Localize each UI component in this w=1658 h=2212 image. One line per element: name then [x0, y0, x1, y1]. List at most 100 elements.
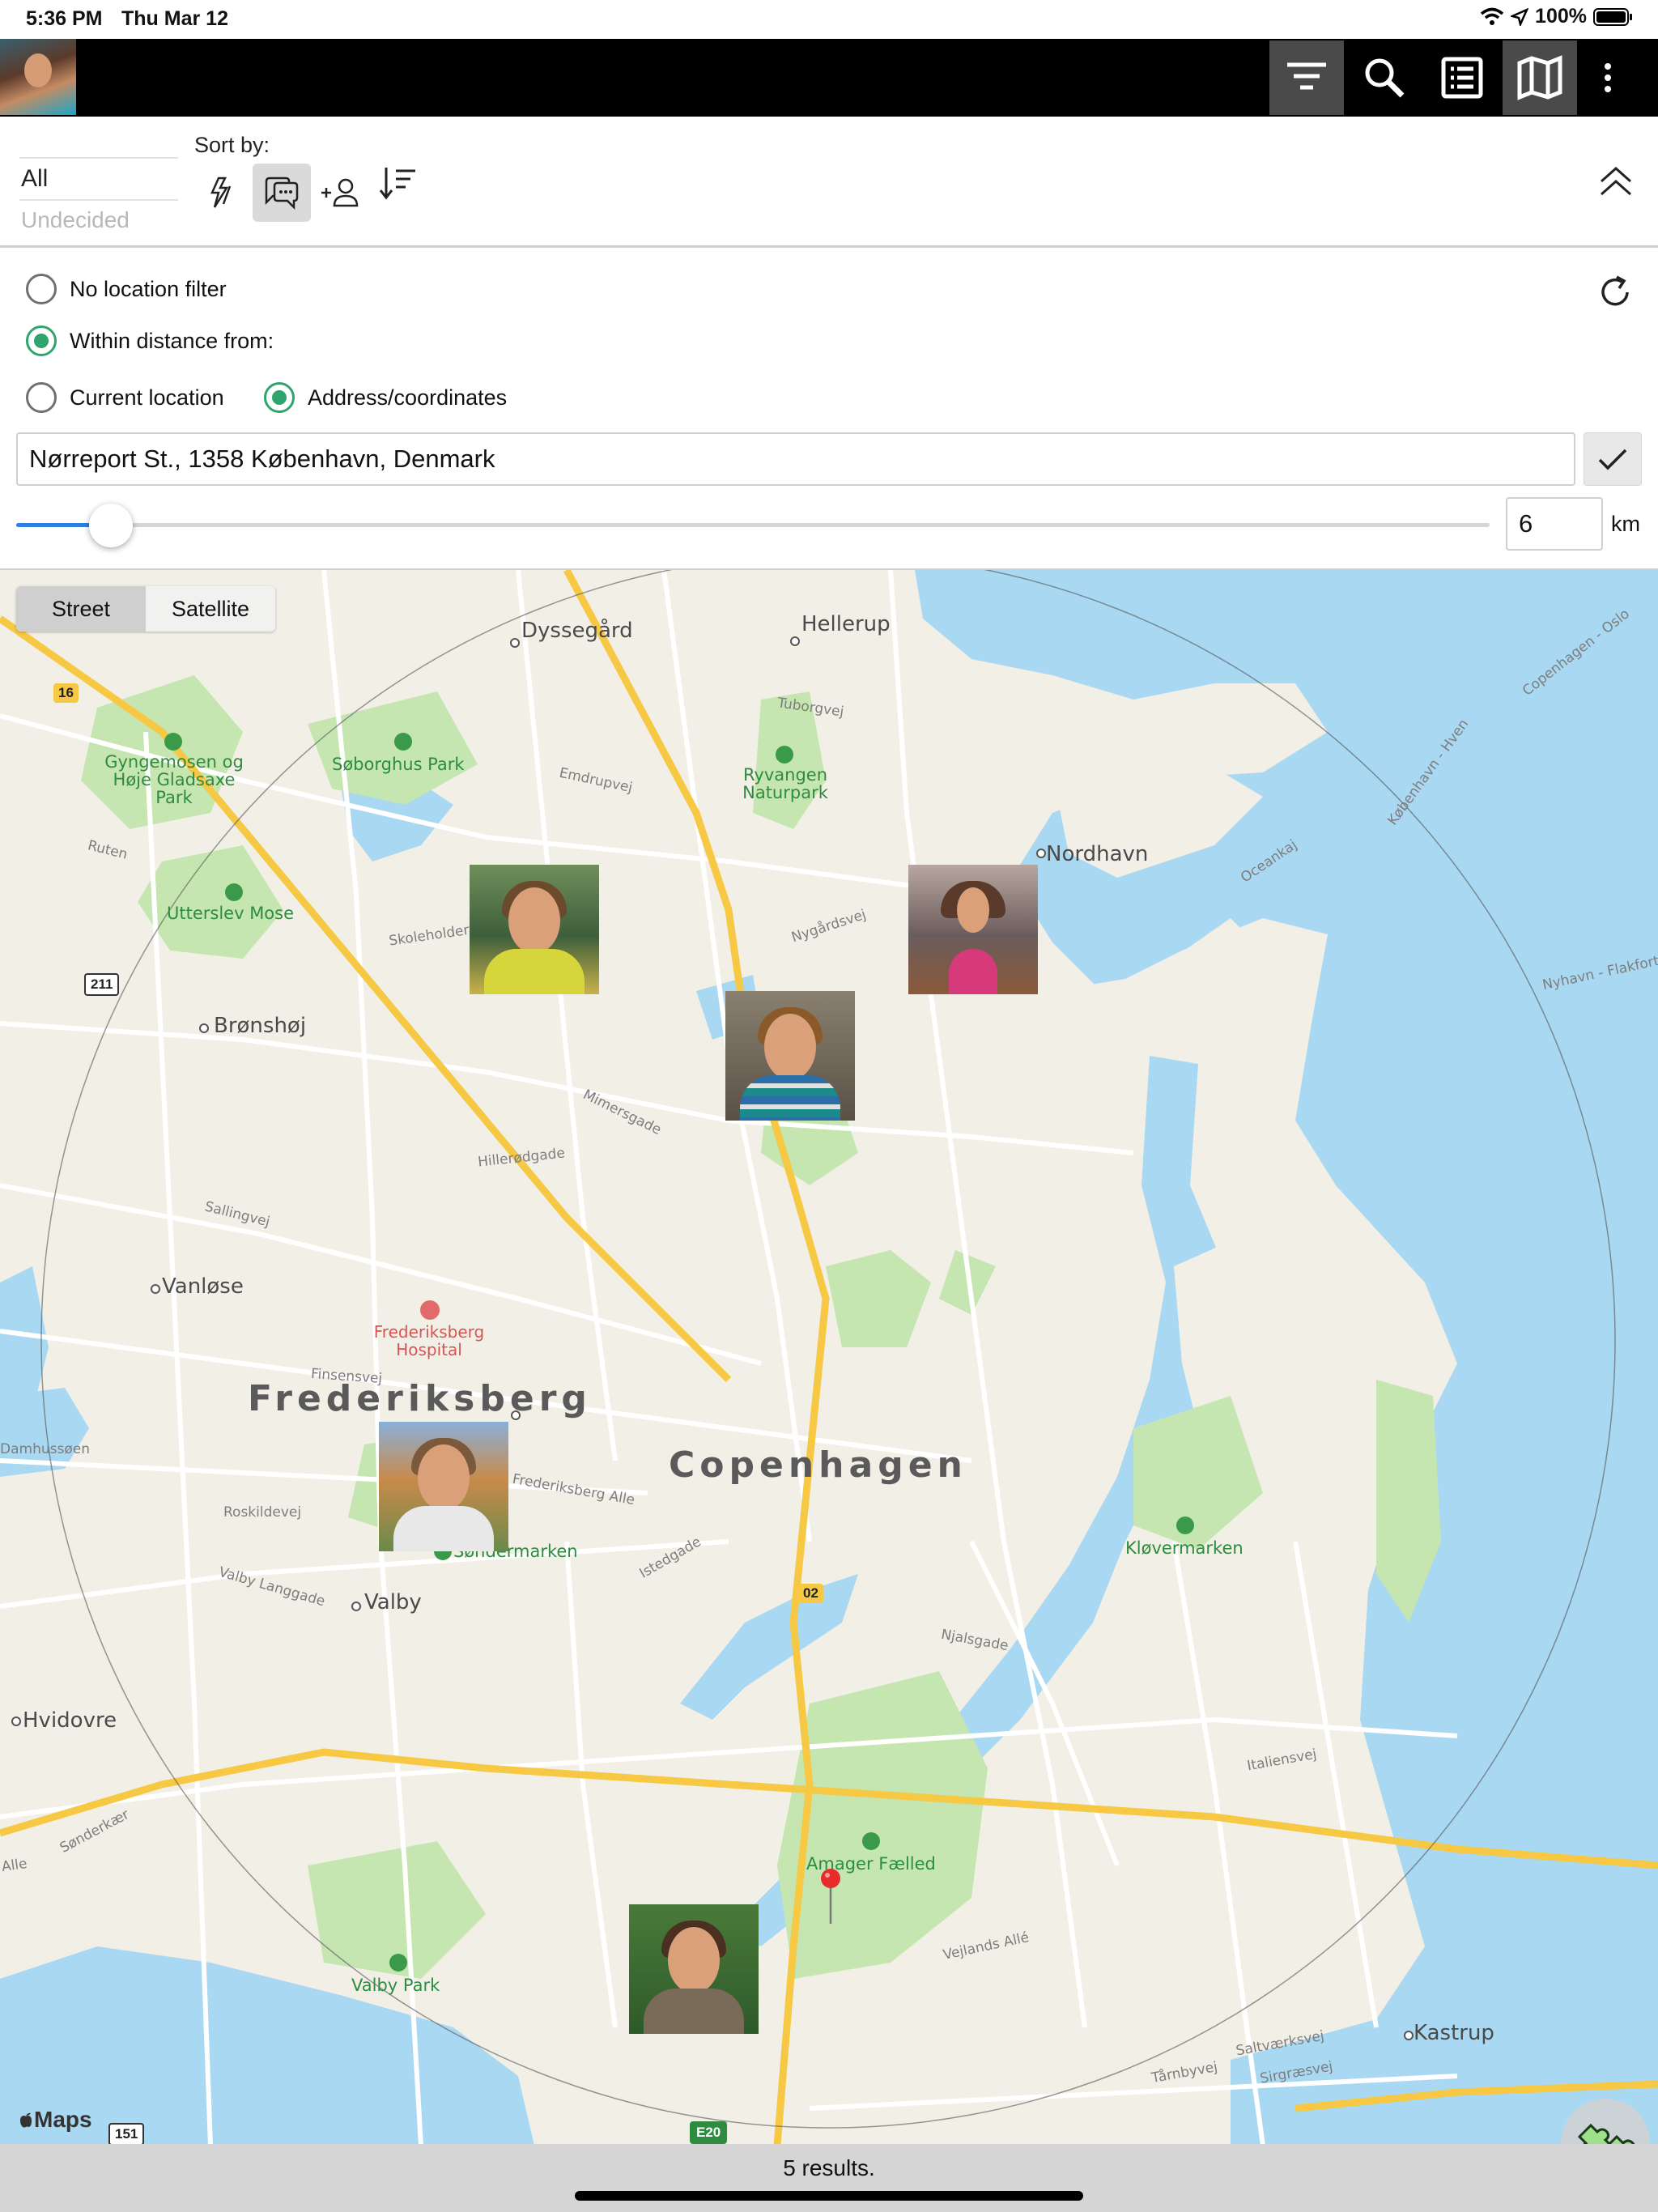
map-label: Søborghus Park — [332, 755, 465, 774]
results-bar: 5 results. — [0, 2144, 1658, 2212]
map-label: Gyngemosen og Høje Gladsaxe Park — [104, 752, 244, 807]
photo-face — [418, 1444, 470, 1511]
road-shield: 211 — [84, 973, 120, 996]
map-type-satellite[interactable]: Satellite — [146, 586, 275, 632]
photo-shirt — [644, 1989, 744, 2034]
status-right: 100% — [1480, 5, 1634, 28]
map-view-button[interactable] — [1503, 40, 1577, 115]
profile-marker[interactable] — [725, 991, 855, 1121]
road-shield: 02 — [798, 1584, 823, 1603]
map-label: Frederiksberg — [248, 1378, 592, 1419]
current-location-label: Current location — [70, 385, 224, 410]
picker-divider — [19, 199, 178, 201]
map-label: Ryvangen Naturpark — [742, 765, 828, 802]
picker-divider — [19, 157, 178, 159]
apple-maps-logo: Maps — [18, 2107, 92, 2133]
status-picker-selected[interactable]: All — [21, 165, 48, 193]
collapse-panel-button[interactable] — [1598, 164, 1634, 203]
no-location-filter-radio[interactable] — [26, 274, 57, 304]
confirm-address-button[interactable] — [1584, 432, 1642, 486]
map-label: Nordhavn — [1046, 842, 1149, 866]
photo-face — [764, 1014, 816, 1080]
map-label: Dyssegård — [521, 619, 633, 643]
profile-marker[interactable] — [470, 865, 599, 994]
address-coordinates-radio[interactable] — [264, 382, 295, 413]
map-icon — [1517, 55, 1562, 100]
distance-input[interactable]: 6 — [1506, 497, 1603, 551]
refresh-icon — [1601, 275, 1629, 306]
maps-logo-text: Maps — [34, 2107, 92, 2132]
wifi-icon — [1480, 7, 1504, 25]
list-view-button[interactable] — [1425, 40, 1499, 115]
photo-shirt — [484, 949, 585, 994]
sort-order-icon — [379, 168, 415, 200]
current-location-radio[interactable] — [26, 382, 57, 413]
messages-icon — [265, 177, 299, 211]
profile-marker[interactable] — [379, 1422, 508, 1551]
checkmark-icon — [1598, 449, 1627, 470]
photo-shirt — [949, 949, 997, 994]
search-button[interactable] — [1347, 40, 1422, 115]
filter-sort-row: All Undecided Sort by: — [0, 117, 1658, 248]
profile-marker[interactable] — [908, 865, 1038, 994]
location-filter-panel: No location filter Within distance from:… — [0, 248, 1658, 568]
app-toolbar — [0, 39, 1658, 117]
photo-shirt — [740, 1075, 840, 1121]
sort-messages-button[interactable] — [253, 164, 311, 222]
map-label: Vanløse — [162, 1274, 244, 1299]
more-icon — [1605, 63, 1611, 92]
photo-face — [957, 887, 989, 933]
status-date: Thu Mar 12 — [121, 7, 228, 30]
map-type-selector[interactable]: Street Satellite — [16, 586, 275, 632]
map-label: Kastrup — [1414, 2021, 1494, 2045]
distance-slider[interactable] — [16, 523, 1490, 527]
location-pin-icon[interactable] — [818, 1867, 843, 1925]
map-label: Utterslev Mose — [167, 904, 295, 923]
within-distance-label: Within distance from: — [70, 329, 274, 353]
road-shield: E20 — [690, 2121, 728, 2144]
within-distance-radio[interactable] — [26, 325, 57, 356]
refresh-button[interactable] — [1596, 274, 1634, 315]
distance-unit: km — [1611, 512, 1640, 536]
list-icon — [1441, 57, 1483, 99]
map-label: Hellerup — [801, 612, 891, 636]
map-label: Kløvermarken — [1125, 1538, 1244, 1558]
results-count: 5 results. — [783, 2155, 875, 2180]
battery-percent: 100% — [1535, 5, 1587, 28]
more-button[interactable] — [1584, 40, 1632, 115]
activity-icon — [210, 177, 232, 208]
address-input[interactable]: Nørreport St., 1358 København, Denmark — [16, 432, 1575, 486]
photo-face — [668, 1927, 720, 1993]
map-type-street[interactable]: Street — [16, 586, 146, 632]
map-label: Valby Park — [351, 1976, 440, 1995]
profile-marker[interactable] — [629, 1904, 759, 2034]
status-bar: 5:36 PM Thu Mar 12 100% — [0, 0, 1658, 39]
home-indicator[interactable] — [575, 2191, 1083, 2201]
status-time: 5:36 PM — [26, 7, 103, 30]
no-location-filter-label: No location filter — [70, 277, 227, 301]
map-label: Hvidovre — [23, 1708, 117, 1733]
address-coordinates-label: Address/coordinates — [308, 385, 508, 410]
distance-slider-thumb[interactable] — [89, 504, 133, 547]
sort-new-contacts-button[interactable] — [311, 164, 369, 222]
status-picker-option[interactable]: Undecided — [21, 207, 130, 233]
map-label: Copenhagen — [669, 1444, 967, 1486]
sort-order-button[interactable] — [369, 154, 427, 212]
map-label: Roskildevej — [223, 1504, 302, 1521]
puzzle-icon — [1577, 2123, 1635, 2144]
search-icon — [1365, 58, 1405, 98]
map-label: Brønshøj — [214, 1014, 307, 1038]
map-view[interactable]: Street Satellite Dyssegård Hellerup Tubo… — [0, 568, 1658, 2144]
road-shield: 151 — [108, 2123, 145, 2144]
filter-button[interactable] — [1269, 40, 1344, 115]
photo-shirt — [393, 1506, 494, 1551]
sort-by-label: Sort by: — [194, 133, 270, 157]
battery-icon — [1593, 7, 1632, 26]
filter-icon — [1287, 62, 1326, 90]
map-label: Frederiksberg Hospital — [373, 1322, 485, 1359]
map-label: Damhussøen — [0, 1441, 90, 1457]
map-label: Valby — [364, 1590, 422, 1614]
sort-activity-button[interactable] — [194, 164, 253, 222]
photo-face — [508, 887, 560, 954]
profile-avatar[interactable] — [0, 39, 76, 115]
